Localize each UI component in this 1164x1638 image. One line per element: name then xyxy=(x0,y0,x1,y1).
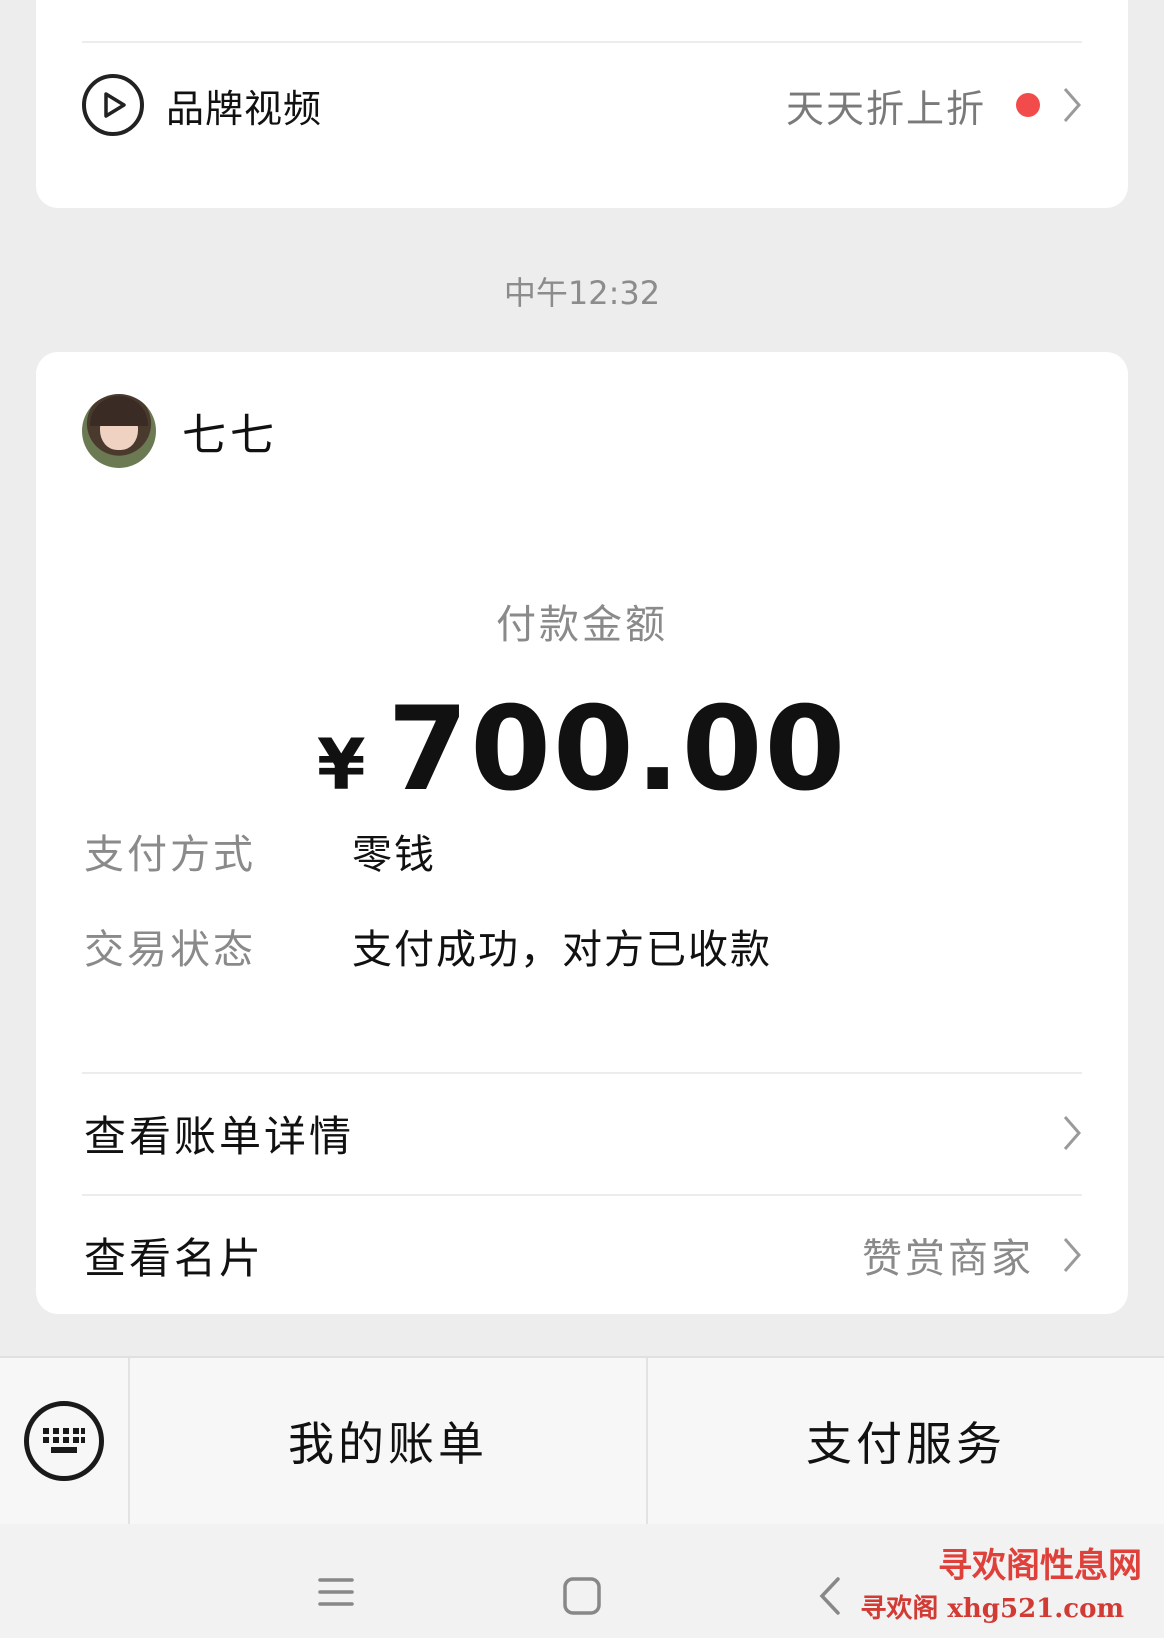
brand-video-row[interactable]: 品牌视频 天天折上折 xyxy=(82,60,1082,150)
watermark-line-1: 寻欢阁性息网 xyxy=(938,1546,1142,1586)
chevron-right-icon xyxy=(1062,86,1082,124)
amount-value: 700.00 xyxy=(387,682,848,817)
divider xyxy=(82,1194,1082,1196)
brand-video-right: 天天折上折 xyxy=(786,78,1082,133)
amount-row: ¥ 700.00 xyxy=(36,682,1128,817)
payment-card: 七七 付款金额 ¥ 700.00 支付方式 零钱 交易状态 支付成功，对方已收款… xyxy=(36,352,1128,1314)
keyboard-toggle-button[interactable] xyxy=(0,1358,130,1524)
sender-row[interactable]: 七七 xyxy=(82,394,278,468)
pay-service-button[interactable]: 支付服务 xyxy=(648,1358,1164,1524)
brand-video-card: 品牌视频 天天折上折 xyxy=(36,0,1128,208)
chevron-right-icon xyxy=(1062,1236,1082,1274)
payment-method-row: 支付方式 零钱 xyxy=(84,822,436,880)
home-icon[interactable] xyxy=(562,1576,602,1620)
transaction-status-key: 交易状态 xyxy=(84,927,256,973)
divider xyxy=(82,1072,1082,1074)
transaction-status-value: 支付成功，对方已收款 xyxy=(352,927,772,973)
link-right: 赞赏商家 xyxy=(862,1226,1082,1284)
menu-icon[interactable] xyxy=(318,1576,354,1612)
transaction-status-row: 交易状态 支付成功，对方已收款 xyxy=(84,917,772,975)
my-bill-button[interactable]: 我的账单 xyxy=(130,1358,648,1524)
keyboard-icon xyxy=(24,1401,104,1481)
back-icon[interactable] xyxy=(818,1576,842,1620)
notification-dot xyxy=(1016,93,1040,117)
brand-video-label: 品牌视频 xyxy=(166,86,323,131)
avatar[interactable] xyxy=(82,394,156,468)
reward-merchant-label: 赞赏商家 xyxy=(862,1236,1034,1282)
view-bill-details-label: 查看账单详情 xyxy=(84,1111,355,1161)
sender-name: 七七 xyxy=(182,410,278,461)
link-right xyxy=(1062,1114,1082,1152)
payment-method-key: 支付方式 xyxy=(84,832,256,878)
play-circle-icon xyxy=(82,74,144,136)
amount-label: 付款金额 xyxy=(496,602,668,648)
view-business-card-label: 查看名片 xyxy=(84,1233,265,1283)
brand-video-sublabel: 天天折上折 xyxy=(785,86,986,131)
bottom-menu-bar: 我的账单 支付服务 xyxy=(0,1356,1164,1524)
view-business-card-link[interactable]: 查看名片 赞赏商家 xyxy=(84,1200,1082,1310)
payment-method-value: 零钱 xyxy=(352,832,436,878)
divider xyxy=(82,41,1082,43)
watermark-line-2: 寻欢阁 xhg521.com xyxy=(860,1594,1124,1624)
currency-symbol: ¥ xyxy=(316,724,366,806)
message-timestamp: 中午12:32 xyxy=(503,274,661,312)
chevron-right-icon xyxy=(1062,1114,1082,1152)
view-bill-details-link[interactable]: 查看账单详情 xyxy=(84,1078,1082,1188)
